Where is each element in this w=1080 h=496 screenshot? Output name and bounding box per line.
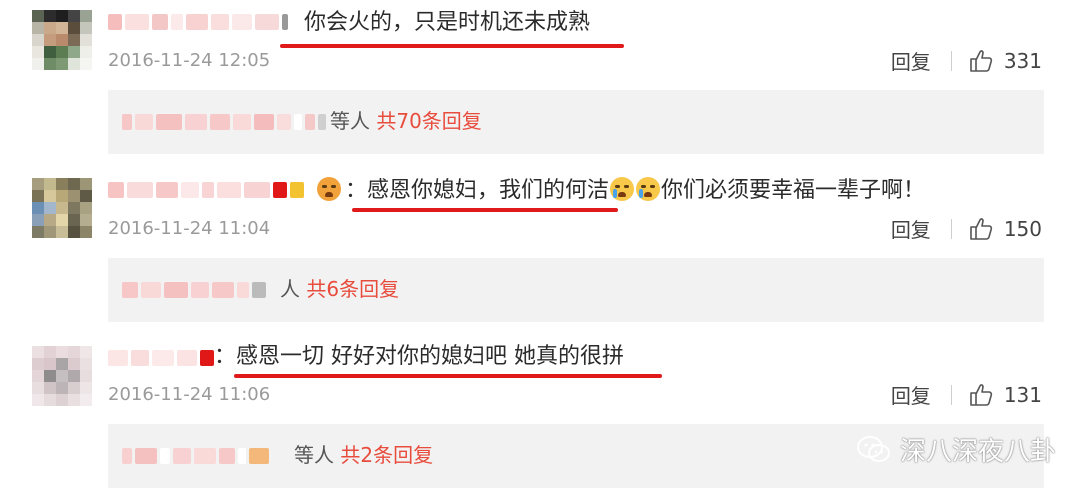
reply-users-suffix: 等人 — [294, 443, 334, 467]
reply-button[interactable]: 回复 — [891, 380, 931, 409]
reply-users-suffix: 等人 — [330, 109, 370, 133]
avatar[interactable] — [32, 10, 92, 70]
reply-summary[interactable]: 等人 共70条回复 — [108, 90, 1044, 154]
comment-text: 你会火的，只是时机还未成熟 — [304, 10, 591, 35]
comment-actions: 回复 331 — [891, 46, 1042, 75]
thumbs-up-icon[interactable] — [968, 216, 994, 242]
reply-summary-text: 等人 共2条回复 — [294, 440, 433, 470]
divider — [950, 384, 952, 405]
comment-text: ：感恩你媳妇，我们的何洁 你们必须要幸福一辈子啊！ — [316, 176, 925, 206]
reply-button[interactable]: 回复 — [891, 214, 931, 243]
comment-text-part-2: 你们必须要幸福一辈子啊！ — [661, 178, 926, 203]
crying-face-icon — [636, 177, 661, 201]
username-redacted[interactable] — [108, 180, 304, 200]
reply-summary-text: 等人 共70条回复 — [330, 106, 482, 136]
comment-time: 2016-11-24 12:05 — [108, 50, 271, 71]
watermark: 深八深夜八卦 — [856, 431, 1056, 468]
reply-count-link[interactable]: 共6条回复 — [306, 277, 399, 301]
divider — [950, 50, 952, 71]
comment-text-part-1: ：感恩你媳妇，我们的何洁 — [345, 178, 610, 203]
comment-actions: 回复 131 — [891, 380, 1042, 409]
reply-users-redacted — [122, 448, 269, 466]
highlight-underline — [280, 44, 624, 48]
comment-text: ：感恩一切 好好对你的媳妇吧 她真的很拼 — [214, 344, 624, 369]
reply-summary-text: 人 共6条回复 — [280, 274, 399, 304]
highlight-underline — [234, 374, 662, 378]
like-count: 331 — [1003, 48, 1042, 73]
reply-count-link[interactable]: 共70条回复 — [376, 109, 481, 133]
watermark-text: 深八深夜八卦 — [899, 437, 1056, 467]
like-count: 131 — [1003, 382, 1042, 407]
divider — [950, 218, 952, 239]
thumbs-up-icon[interactable] — [968, 382, 994, 408]
username-redacted[interactable] — [108, 348, 214, 368]
emoji-icon — [317, 177, 341, 201]
comment-time: 2016-11-24 11:06 — [108, 384, 271, 405]
reply-users-suffix: 人 — [280, 277, 300, 301]
crying-face-icon — [610, 177, 635, 201]
reply-summary[interactable]: 人 共6条回复 — [108, 258, 1044, 322]
wechat-icon — [856, 435, 890, 462]
avatar[interactable] — [32, 346, 92, 406]
thumbs-up-icon[interactable] — [968, 48, 994, 74]
reply-button[interactable]: 回复 — [891, 46, 931, 75]
like-count: 150 — [1003, 216, 1042, 241]
reply-count-link[interactable]: 共2条回复 — [340, 443, 433, 467]
highlight-underline — [352, 208, 618, 212]
avatar[interactable] — [32, 178, 92, 238]
comment-time: 2016-11-24 11:04 — [108, 218, 271, 239]
comment-actions: 回复 150 — [891, 214, 1042, 243]
reply-users-redacted — [122, 282, 266, 300]
reply-users-redacted — [122, 114, 326, 132]
username-redacted[interactable] — [108, 12, 288, 32]
